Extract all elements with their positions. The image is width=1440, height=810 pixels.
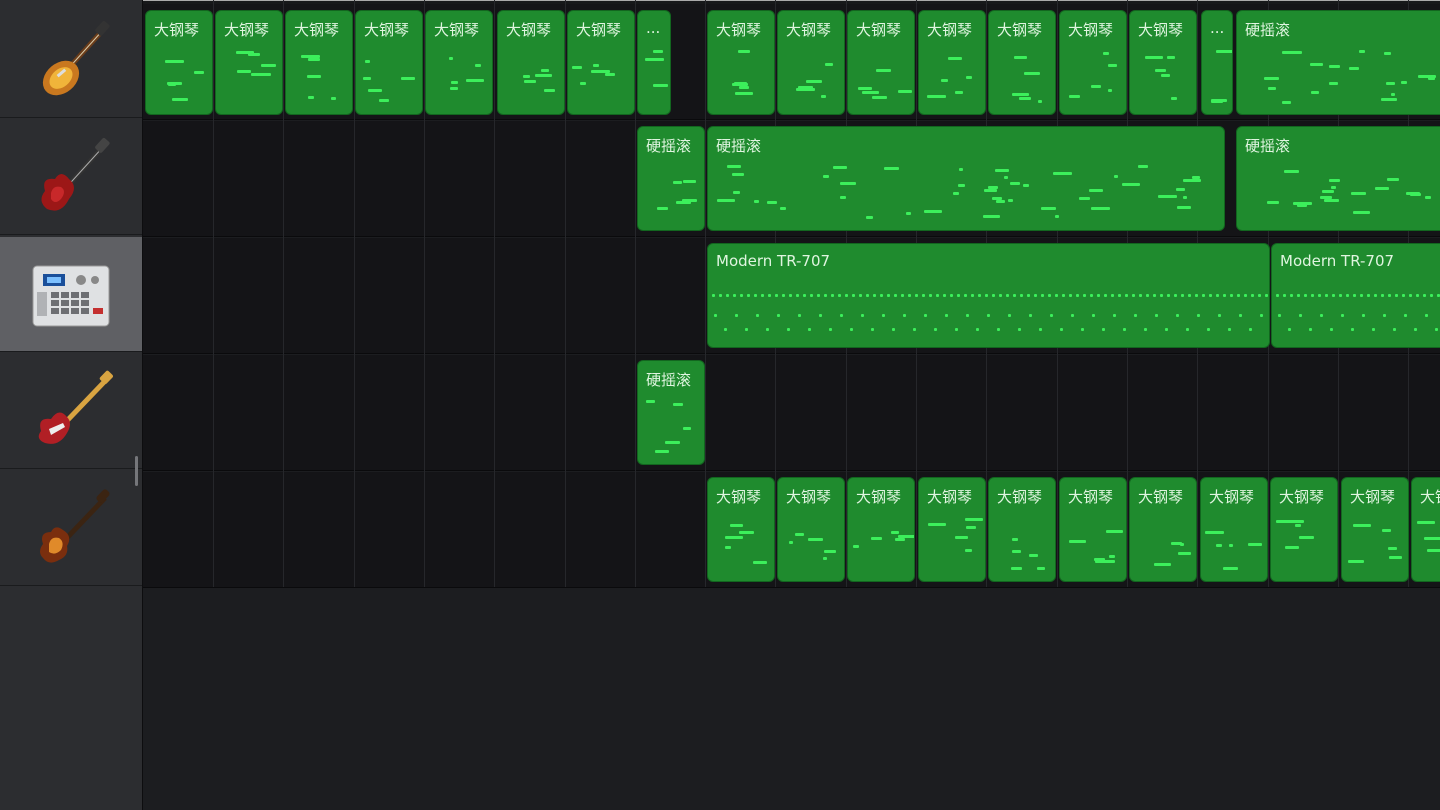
- midi-notes: [1342, 478, 1408, 581]
- midi-notes: [146, 11, 212, 114]
- bass-guitar-red-icon: [38, 370, 113, 444]
- region-track4-1[interactable]: 硬摇滚: [637, 360, 705, 465]
- track-list-scroll-handle[interactable]: [135, 456, 138, 486]
- region-track5-5[interactable]: 大钢琴: [988, 477, 1056, 582]
- midi-notes: [356, 11, 422, 114]
- midi-notes: [1237, 11, 1440, 114]
- region-track5-7[interactable]: 大钢琴: [1129, 477, 1197, 582]
- arrangement-area[interactable]: 大钢琴 大钢琴 大钢琴 大钢琴 大钢琴 大钢琴 大钢琴... 大钢琴 大钢琴 大钢琴 大钢琴 大钢琴大…: [143, 0, 1440, 810]
- region-track1-11[interactable]: 大钢琴: [847, 10, 915, 115]
- region-track1-10[interactable]: 大钢琴: [777, 10, 845, 115]
- drum-machine-icon: [32, 265, 110, 327]
- region-track1-8[interactable]: ...: [637, 10, 671, 115]
- midi-notes: [708, 127, 1224, 230]
- gridline: [494, 0, 496, 587]
- region-track1-4[interactable]: 大钢琴: [355, 10, 423, 115]
- garageband-tracks-view: 大钢琴 大钢琴 大钢琴 大钢琴 大钢琴 大钢琴 大钢琴... 大钢琴 大钢琴 大钢琴 大钢琴 大钢琴大…: [0, 0, 1440, 810]
- region-track3-2[interactable]: Modern TR-707: [1271, 243, 1440, 348]
- region-track1-17[interactable]: 硬摇滚: [1236, 10, 1440, 115]
- midi-notes: [498, 11, 564, 114]
- midi-notes: [638, 361, 704, 464]
- midi-notes: [1201, 478, 1267, 581]
- region-track1-15[interactable]: 大钢琴: [1129, 10, 1197, 115]
- electric-guitar-red-icon: [41, 137, 110, 211]
- midi-notes: [1412, 478, 1440, 581]
- electric-guitar-sunburst-icon: [42, 20, 110, 96]
- track-header-1[interactable]: [0, 3, 142, 118]
- region-track2-1[interactable]: 硬摇滚: [637, 126, 705, 231]
- gridline: [213, 0, 214, 587]
- region-track1-9[interactable]: 大钢琴: [707, 10, 775, 115]
- track-header-5[interactable]: [0, 471, 142, 586]
- region-track5-6[interactable]: 大钢琴: [1059, 477, 1127, 582]
- midi-notes: [708, 244, 1269, 347]
- midi-notes: [638, 11, 670, 114]
- midi-notes: [989, 11, 1055, 114]
- region-track1-6[interactable]: 大钢琴: [497, 10, 565, 115]
- region-track5-2[interactable]: 大钢琴: [777, 477, 845, 582]
- region-track1-13[interactable]: 大钢琴: [988, 10, 1056, 115]
- midi-notes: [1060, 478, 1126, 581]
- midi-notes: [568, 11, 634, 114]
- track-header-3[interactable]: [0, 237, 142, 352]
- track-header-2[interactable]: [0, 120, 142, 235]
- midi-notes: [1271, 478, 1337, 581]
- midi-notes: [919, 478, 985, 581]
- region-track3-1[interactable]: Modern TR-707: [707, 243, 1270, 348]
- region-track5-1[interactable]: 大钢琴: [707, 477, 775, 582]
- region-track5-3[interactable]: 大钢琴: [847, 477, 915, 582]
- midi-notes: [1130, 478, 1196, 581]
- midi-notes: [848, 478, 914, 581]
- midi-notes: [1202, 11, 1232, 114]
- midi-notes: [848, 11, 914, 114]
- midi-notes: [778, 478, 844, 581]
- midi-notes: [638, 127, 704, 230]
- region-track1-5[interactable]: 大钢琴: [425, 10, 493, 115]
- track-headers-panel: [0, 0, 143, 810]
- midi-notes: [778, 11, 844, 114]
- midi-notes: [919, 11, 985, 114]
- midi-notes: [1237, 127, 1440, 230]
- region-track1-12[interactable]: 大钢琴: [918, 10, 986, 115]
- region-track5-8[interactable]: 大钢琴: [1200, 477, 1268, 582]
- region-track5-11[interactable]: 大钢: [1411, 477, 1440, 582]
- region-track1-16[interactable]: ...: [1201, 10, 1233, 115]
- region-track1-14[interactable]: 大钢琴: [1059, 10, 1127, 115]
- midi-notes: [708, 11, 774, 114]
- track-header-4[interactable]: [0, 354, 142, 469]
- midi-notes: [1060, 11, 1126, 114]
- region-track5-4[interactable]: 大钢琴: [918, 477, 986, 582]
- gridline: [705, 0, 707, 587]
- region-track1-2[interactable]: 大钢琴: [215, 10, 283, 115]
- region-track1-7[interactable]: 大钢琴: [567, 10, 635, 115]
- region-track1-3[interactable]: 大钢琴: [285, 10, 353, 115]
- midi-notes: [989, 478, 1055, 581]
- region-track2-3[interactable]: 硬摇滚: [1236, 126, 1440, 231]
- empty-track-area[interactable]: [143, 588, 1440, 810]
- midi-notes: [708, 478, 774, 581]
- region-track5-10[interactable]: 大钢琴: [1341, 477, 1409, 582]
- midi-notes: [286, 11, 352, 114]
- track-lane-4[interactable]: [143, 355, 1440, 471]
- midi-notes: [1272, 244, 1440, 347]
- midi-notes: [426, 11, 492, 114]
- region-track1-1[interactable]: 大钢琴: [145, 10, 213, 115]
- midi-notes: [1130, 11, 1196, 114]
- region-track2-2[interactable]: 硬摇滚: [707, 126, 1225, 231]
- violin-bass-icon: [40, 489, 110, 563]
- region-track5-9[interactable]: 大钢琴: [1270, 477, 1338, 582]
- midi-notes: [216, 11, 282, 114]
